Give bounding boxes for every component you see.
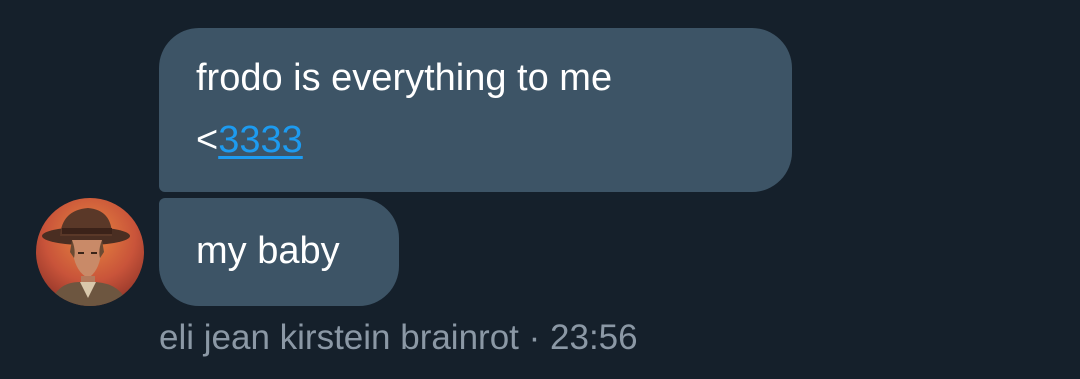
- avatar-image: [36, 198, 144, 306]
- separator: ·: [528, 318, 541, 357]
- message-text-prefix: <: [196, 119, 219, 161]
- message-text-line: frodo is everything to me: [196, 57, 613, 99]
- timestamp: 23:56: [550, 318, 638, 357]
- message-link[interactable]: 3333: [218, 119, 303, 161]
- dm-conversation: frodo is everything to me <3333 my baby …: [0, 0, 1080, 379]
- avatar[interactable]: [36, 198, 144, 306]
- message-bubble[interactable]: frodo is everything to me <3333: [159, 28, 792, 192]
- message-meta: eli jean kirstein brainrot · 23:56: [159, 316, 638, 360]
- message-text-line: <3333: [196, 109, 756, 171]
- message-bubble[interactable]: my baby: [159, 198, 399, 306]
- sender-name: eli jean kirstein brainrot: [159, 318, 519, 357]
- message-text-line: my baby: [196, 230, 340, 272]
